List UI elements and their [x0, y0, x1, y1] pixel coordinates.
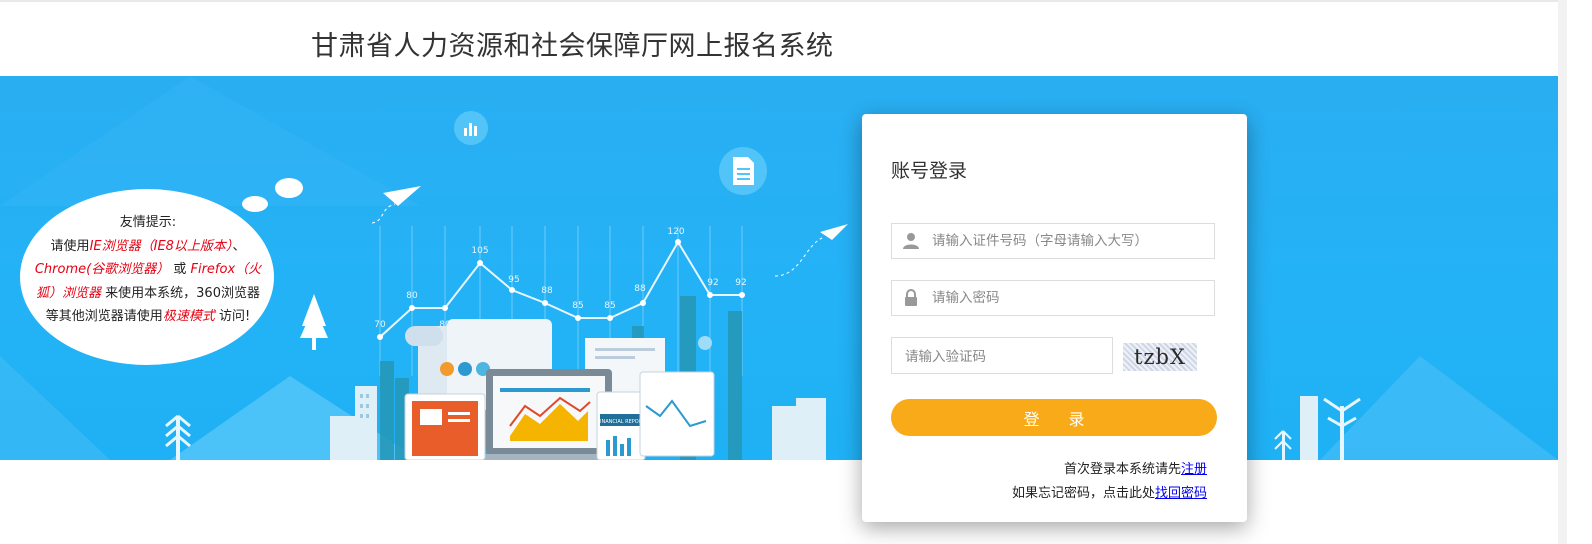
report-label: FINANCIAL REPORT	[597, 419, 646, 425]
chart-label: 85	[572, 301, 583, 311]
chart-label: 88	[541, 286, 553, 296]
scrollbar-track[interactable]	[1558, 0, 1567, 544]
scrollbar[interactable]	[1558, 0, 1592, 544]
login-card: 账号登录 tzbX 登 录 首次登录本系统请先注册 如果忘记密码，点击此处找回密…	[862, 114, 1247, 522]
tree-icon	[1274, 430, 1292, 460]
document-icon	[719, 147, 767, 195]
lock-icon	[905, 289, 917, 306]
header: 甘肃省人力资源和社会保障厅网上报名系统	[0, 2, 1558, 76]
chart-label: 92	[707, 278, 718, 288]
chart-label: 120	[667, 227, 684, 237]
login-button[interactable]: 登 录	[891, 399, 1217, 436]
tip-use-prefix: 请使用	[50, 238, 90, 254]
tip-speed-mode: 极速模式	[162, 309, 215, 324]
tip-sep: 、	[232, 238, 246, 254]
bar-chart-icon	[454, 111, 488, 145]
tree-icon	[300, 294, 328, 350]
captcha-input[interactable]	[903, 338, 1107, 375]
tip-ie-browser: IE浏览器（IE8以上版本）	[89, 238, 233, 254]
chart-label: 80	[406, 291, 418, 301]
tip-mid-text: 来使用本系统，360浏览器	[105, 285, 260, 301]
captcha-field[interactable]	[891, 337, 1113, 375]
tip-heading: 友情提示:	[119, 215, 177, 230]
tip-text: 友情提示: 请使用IE浏览器（IE8以上版本）、 Chrome(谷歌浏览器） 或…	[22, 211, 274, 329]
tip-bubble-dot	[242, 196, 268, 212]
tip-or: 或	[173, 262, 187, 277]
paper-plane-icon	[774, 224, 848, 277]
chart-label: 92	[735, 278, 746, 288]
page-title: 甘肃省人力资源和社会保障厅网上报名系统	[311, 31, 834, 62]
tip-visit: 访问!	[218, 309, 251, 324]
forgot-password-link[interactable]: 找回密码	[1155, 486, 1207, 501]
forgot-prefix: 如果忘记密码，点击此处	[1011, 486, 1155, 501]
tip-bubble-dot	[275, 178, 303, 198]
password-field[interactable]	[891, 280, 1215, 316]
chart-label: 85	[604, 301, 615, 311]
tip-firefox-cont: 狐）浏览器	[36, 285, 102, 301]
login-title: 账号登录	[891, 160, 968, 182]
help-links: 首次登录本系统请先注册 如果忘记密码，点击此处找回密码	[1012, 458, 1207, 506]
id-number-field[interactable]	[891, 223, 1215, 259]
register-link[interactable]: 注册	[1181, 462, 1207, 477]
register-prefix: 首次登录本系统请先	[1063, 462, 1181, 477]
tip-other-text: 等其他浏览器请使用	[45, 309, 163, 324]
chart-label: 95	[508, 275, 519, 285]
tip-chrome: Chrome(谷歌浏览器）	[34, 262, 170, 277]
tip-firefox: Firefox（火	[190, 262, 262, 277]
chart-label: 88	[634, 284, 646, 294]
captcha-image[interactable]: tzbX	[1123, 343, 1197, 371]
chart-label: 105	[471, 246, 488, 256]
chart-label: 70	[374, 320, 386, 330]
user-icon	[903, 233, 919, 249]
password-input[interactable]	[932, 281, 1202, 315]
id-number-input[interactable]	[932, 224, 1202, 258]
